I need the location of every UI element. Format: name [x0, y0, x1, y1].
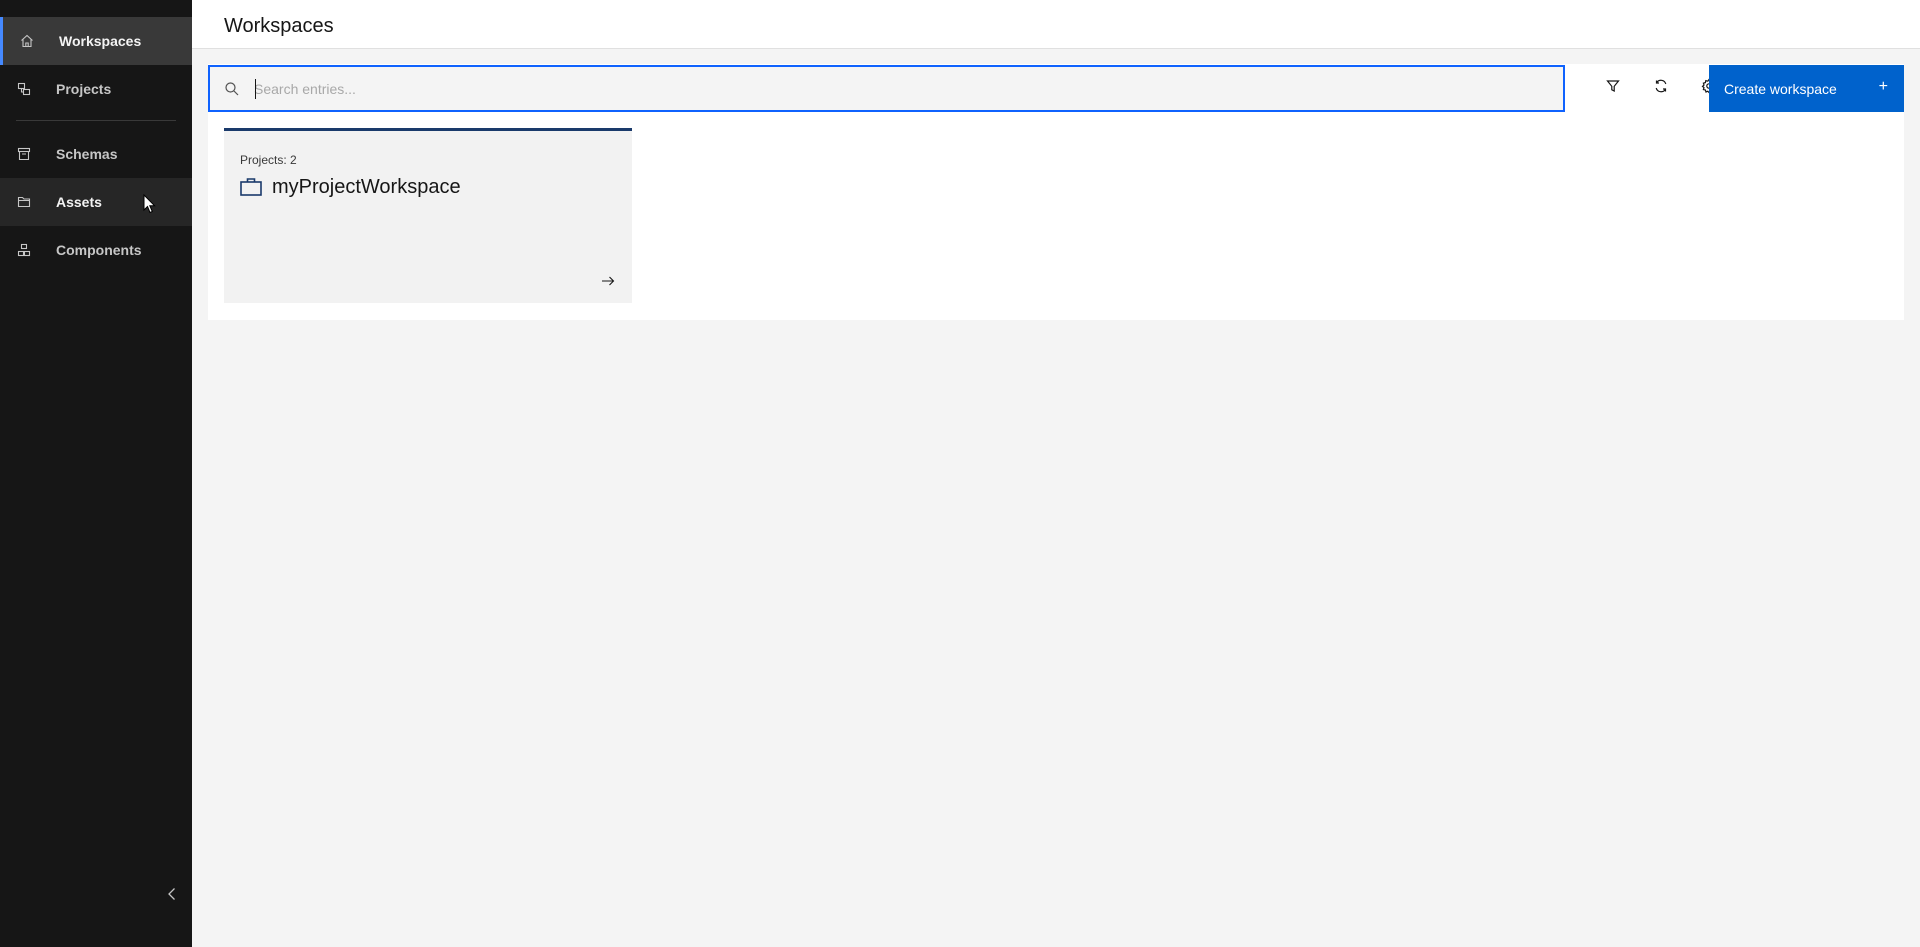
- filter-button[interactable]: [1589, 65, 1637, 112]
- sidebar-item-label: Schemas: [56, 146, 118, 162]
- refresh-icon: [1653, 78, 1669, 99]
- create-workspace-button[interactable]: Create workspace +: [1709, 65, 1904, 112]
- card-project-count: Projects: 2: [240, 153, 297, 167]
- sidebar-item-label: Assets: [56, 194, 102, 210]
- text-caret: [255, 79, 256, 99]
- sidebar-item-components[interactable]: Components: [0, 226, 192, 274]
- sidebar-collapse-button[interactable]: [160, 884, 184, 908]
- home-icon: [19, 33, 35, 49]
- sidebar-item-label: Components: [56, 242, 142, 258]
- search-input[interactable]: [254, 78, 1544, 100]
- briefcase-icon: [240, 177, 262, 197]
- projects-icon: [16, 81, 32, 97]
- sidebar-item-schemas[interactable]: Schemas: [0, 130, 192, 178]
- card-title: myProjectWorkspace: [272, 176, 461, 198]
- sidebar-item-projects[interactable]: Projects: [0, 65, 192, 113]
- app-root: Workspaces Projects Schemas Assets Compo…: [0, 0, 1920, 947]
- search-box[interactable]: [208, 65, 1565, 112]
- sidebar-divider: [16, 120, 176, 121]
- search-icon: [224, 81, 240, 97]
- plus-icon: +: [1878, 78, 1888, 95]
- folder-icon: [16, 194, 32, 210]
- workspace-card[interactable]: Projects: 2 myProjectWorkspace: [224, 128, 632, 303]
- workspaces-panel: Create workspace + Projects: 2 myProject…: [208, 64, 1904, 320]
- schema-icon: [16, 146, 32, 162]
- sidebar-item-assets[interactable]: Assets: [0, 178, 192, 226]
- filter-icon: [1605, 78, 1621, 99]
- page-title: Workspaces: [224, 15, 334, 37]
- chevron-left-icon: [164, 886, 180, 907]
- sidebar: Workspaces Projects Schemas Assets Compo…: [0, 0, 192, 947]
- components-icon: [16, 242, 32, 258]
- page-header: Workspaces: [192, 0, 1920, 49]
- arrow-right-icon[interactable]: [600, 273, 616, 289]
- sidebar-item-label: Workspaces: [59, 33, 142, 49]
- create-workspace-label: Create workspace: [1724, 81, 1837, 97]
- sidebar-item-workspaces[interactable]: Workspaces: [0, 17, 192, 65]
- sidebar-item-label: Projects: [56, 81, 112, 97]
- refresh-button[interactable]: [1637, 65, 1685, 112]
